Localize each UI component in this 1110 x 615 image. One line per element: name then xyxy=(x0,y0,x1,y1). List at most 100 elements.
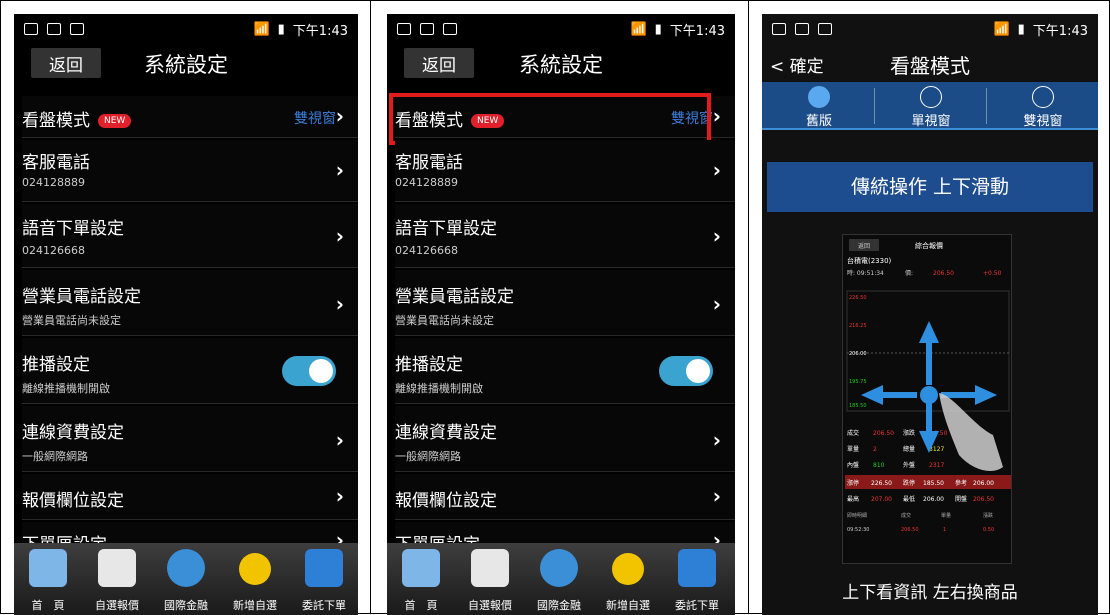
svg-text:即時明細: 即時明細 xyxy=(847,512,867,519)
new-badge: NEW xyxy=(98,114,132,128)
row-label: 營業員電話設定 xyxy=(395,287,514,307)
svg-text:成交: 成交 xyxy=(901,512,911,519)
plus-icon xyxy=(239,553,271,585)
tab-label: 首 頁 xyxy=(31,599,65,612)
tab-watchlist[interactable]: 自選報價 xyxy=(456,543,524,615)
tab-international[interactable]: 國際金融 xyxy=(152,543,220,615)
svg-text:1: 1 xyxy=(943,527,946,533)
row-label: 客服電話 xyxy=(22,153,90,173)
settings-row-push[interactable]: 推播設定 離線推播機制開啟 xyxy=(395,338,735,404)
row-label: 連線資費設定 xyxy=(395,423,497,443)
settings-row-push[interactable]: 推播設定 離線推播機制開啟 xyxy=(22,338,358,404)
svg-text:開盤: 開盤 xyxy=(955,495,967,503)
row-label: 語音下單設定 xyxy=(22,219,124,239)
chevron-right-icon: › xyxy=(712,428,721,452)
row-label: 推播設定 xyxy=(395,355,463,375)
tab-label: 國際金融 xyxy=(164,599,208,612)
settings-row-connection[interactable]: 連線資費設定 一般網際網路 › xyxy=(22,406,358,472)
svg-text:206.00: 206.00 xyxy=(849,351,867,357)
svg-text:195.75: 195.75 xyxy=(849,379,867,385)
tab-order[interactable]: 委託下單 xyxy=(290,543,358,615)
row-sub: 024126668 xyxy=(395,244,458,257)
tab-label: 自選報價 xyxy=(468,599,512,612)
settings-row-view-mode[interactable]: 看盤模式 NEW 雙視窗 › xyxy=(22,96,358,138)
row-sub: 營業員電話尚未設定 xyxy=(22,314,121,327)
tab-international[interactable]: 國際金融 xyxy=(525,543,593,615)
mail-icon xyxy=(47,23,61,35)
settings-row-service-phone[interactable]: 客服電話 024128889 › xyxy=(22,140,358,202)
message-icon xyxy=(818,23,832,35)
option-old[interactable]: 舊版 xyxy=(762,82,876,130)
row-label: 報價欄位設定 xyxy=(395,491,497,511)
svg-text:0.50: 0.50 xyxy=(983,527,994,533)
row-label: 推播設定 xyxy=(22,355,90,375)
svg-text:2317: 2317 xyxy=(929,462,944,469)
svg-text:單量: 單量 xyxy=(847,446,859,453)
wifi-icon: 📶 xyxy=(253,21,270,37)
tab-bar: 首 頁 自選報價 國際金融 新增自選 委託下單 xyxy=(14,543,358,615)
chevron-right-icon: › xyxy=(712,224,721,248)
tab-label: 國際金融 xyxy=(537,599,581,612)
svg-text:跌停: 跌停 xyxy=(903,479,915,487)
tab-add-watchlist[interactable]: 新增自選 xyxy=(594,543,662,615)
row-sub: 一般網際網路 xyxy=(395,450,461,463)
view-mode-value: 雙視窗 xyxy=(294,111,336,127)
row-label: 看盤模式 xyxy=(22,111,90,131)
globe-icon xyxy=(540,549,578,587)
notification-icon xyxy=(24,23,38,35)
push-toggle[interactable] xyxy=(282,356,336,386)
chevron-right-icon: › xyxy=(712,292,721,316)
preview-time: 時: 09:51:34 xyxy=(847,269,884,277)
notification-icon xyxy=(397,23,411,35)
top-bar: 返回 系統設定 xyxy=(14,44,358,82)
mail-icon xyxy=(420,23,434,35)
tab-bar: 首 頁 自選報價 國際金融 新增自選 委託下單 xyxy=(387,543,735,615)
status-time: 下午1:43 xyxy=(292,23,348,39)
row-label: 客服電話 xyxy=(395,153,463,173)
download-arrow-icon xyxy=(305,549,343,587)
settings-row-connection[interactable]: 連線資費設定 一般網際網路 › xyxy=(395,406,735,472)
message-icon xyxy=(70,23,84,35)
panel-2: 📶 ▮ 下午1:43 返回 系統設定 看盤模式 NEW 雙視窗 › 客服電話 0241… xyxy=(370,0,749,615)
page-title: 系統設定 xyxy=(519,53,603,77)
status-bar: 📶 ▮ 下午1:43 xyxy=(14,14,358,44)
mode-banner: 傳統操作 上下滑動 xyxy=(767,162,1093,212)
svg-text:810: 810 xyxy=(873,462,885,469)
svg-text:2: 2 xyxy=(873,446,877,453)
push-toggle[interactable] xyxy=(659,356,713,386)
radio-icon xyxy=(920,86,942,108)
tab-watchlist[interactable]: 自選報價 xyxy=(83,543,151,615)
row-sub: 離線推播機制開啟 xyxy=(22,382,110,395)
svg-text:內盤: 內盤 xyxy=(847,461,859,469)
panel-3: 📶 ▮ 下午1:43 < 確定 看盤模式 舊版 單視窗 雙視窗 傳統操作 上下滑動 … xyxy=(748,0,1110,615)
tab-order[interactable]: 委託下單 xyxy=(663,543,731,615)
tab-home[interactable]: 首 頁 xyxy=(387,543,455,615)
chevron-right-icon: › xyxy=(712,484,721,508)
tab-home[interactable]: 首 頁 xyxy=(14,543,82,615)
tab-label: 委託下單 xyxy=(302,599,346,612)
battery-icon: ▮ xyxy=(277,21,285,37)
settings-row-service-phone[interactable]: 客服電話 024128889 › xyxy=(395,140,735,202)
svg-text:漲跌: 漲跌 xyxy=(903,429,915,437)
page-title: 系統設定 xyxy=(144,53,228,77)
battery-icon: ▮ xyxy=(654,21,662,37)
svg-text:207.00: 207.00 xyxy=(871,496,892,503)
settings-row-broker-phone[interactable]: 營業員電話設定 營業員電話尚未設定 › xyxy=(395,270,735,336)
settings-row-broker-phone[interactable]: 營業員電話設定 營業員電話尚未設定 › xyxy=(22,270,358,336)
settings-row-quote-fields[interactable]: 報價欄位設定 › xyxy=(22,474,358,520)
settings-row-quote-fields[interactable]: 報價欄位設定 › xyxy=(395,474,735,520)
option-label: 舊版 xyxy=(805,114,832,129)
page-title: 看盤模式 xyxy=(890,54,970,78)
svg-text:206.50: 206.50 xyxy=(973,496,994,503)
tab-add-watchlist[interactable]: 新增自選 xyxy=(221,543,289,615)
option-single[interactable]: 單視窗 xyxy=(874,82,988,130)
settings-row-voice-order[interactable]: 語音下單設定 024126668 › xyxy=(22,204,358,268)
option-dual[interactable]: 雙視窗 xyxy=(986,82,1098,130)
preview-price-label: 價: xyxy=(905,269,913,277)
svg-text:單量: 單量 xyxy=(941,512,951,519)
home-icon xyxy=(29,549,67,587)
svg-text:206.50: 206.50 xyxy=(901,527,919,533)
message-icon xyxy=(443,23,457,35)
settings-row-voice-order[interactable]: 語音下單設定 024126668 › xyxy=(395,204,735,268)
row-label: 連線資費設定 xyxy=(22,423,124,443)
